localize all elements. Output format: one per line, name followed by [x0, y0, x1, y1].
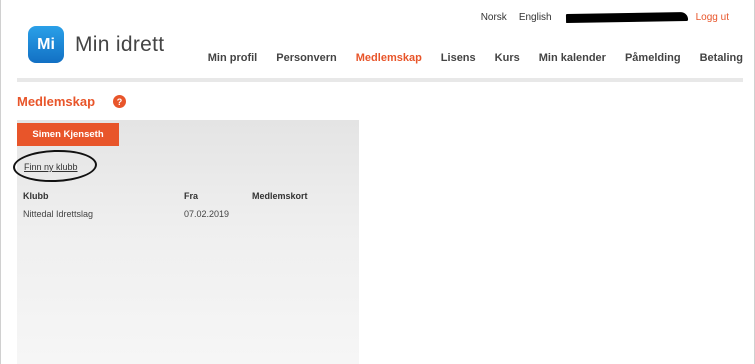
logo[interactable]: Mi Min idrett — [28, 26, 164, 63]
title-row: Medlemskap ? — [17, 94, 127, 109]
table-row: Nittedal Idrettslag 07.02.2019 — [23, 209, 342, 219]
logout-link[interactable]: Logg ut — [696, 12, 729, 23]
column-header-club: Klubb — [23, 191, 49, 201]
nav-item-pamelding[interactable]: Påmelding — [625, 52, 681, 64]
frame-border-left — [0, 0, 1, 364]
nav-item-min-profil[interactable]: Min profil — [208, 52, 258, 64]
cell-club: Nittedal Idrettslag — [23, 209, 94, 219]
column-header-card: Medlemskort — [252, 191, 308, 201]
nav-item-min-kalender[interactable]: Min kalender — [539, 52, 606, 64]
language-english-link[interactable]: English — [519, 12, 552, 23]
membership-table: Klubb Fra Medlemskort Nittedal Idrettsla… — [23, 191, 342, 219]
nav-item-betaling[interactable]: Betaling — [700, 52, 743, 64]
cell-from: 07.02.2019 — [184, 209, 230, 219]
nav-item-medlemskap[interactable]: Medlemskap — [356, 52, 422, 64]
person-tab[interactable]: Simen Kjenseth — [17, 123, 119, 146]
language-norsk-link[interactable]: Norsk — [481, 12, 507, 23]
help-icon[interactable]: ? — [113, 95, 127, 108]
page-title: Medlemskap — [17, 94, 96, 109]
nav-item-kurs[interactable]: Kurs — [495, 52, 520, 64]
membership-panel: Simen Kjenseth Finn ny klubb Klubb Fra M… — [12, 120, 359, 364]
table-header-row: Klubb Fra Medlemskort — [23, 191, 342, 209]
nav-item-lisens[interactable]: Lisens — [441, 52, 476, 64]
redacted-username — [565, 11, 688, 24]
nav-item-personvern[interactable]: Personvern — [276, 52, 337, 64]
cell-card — [252, 209, 342, 219]
main-nav: Min profil Personvern Medlemskap Lisens … — [189, 52, 743, 64]
logo-badge-icon: Mi — [28, 26, 64, 63]
utility-bar: Norsk English Logg ut — [481, 11, 729, 24]
header: Mi Min idrett Min profil Personvern Medl… — [17, 26, 743, 82]
find-new-club-link[interactable]: Finn ny klubb — [24, 162, 78, 172]
column-header-from: Fra — [184, 191, 199, 201]
logo-text: Min idrett — [75, 32, 165, 56]
